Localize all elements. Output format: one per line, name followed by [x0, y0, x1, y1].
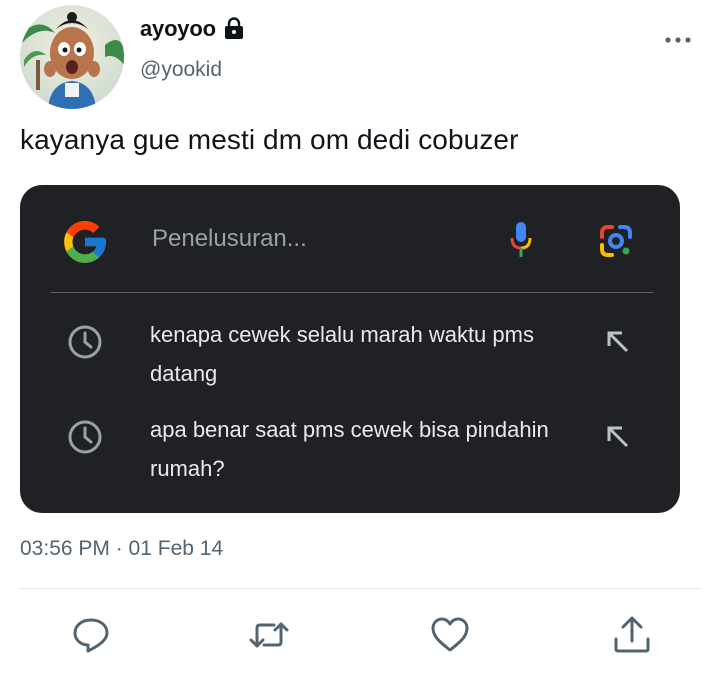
reply-button[interactable]: [70, 614, 112, 656]
history-text: kenapa cewek selalu marah waktu pms data…: [150, 322, 534, 386]
retweet-button[interactable]: [248, 614, 290, 656]
fill-query-arrow-icon[interactable]: [605, 424, 631, 450]
like-button[interactable]: [429, 614, 471, 656]
search-history-item[interactable]: kenapa cewek selalu marah waktu pms data…: [20, 315, 680, 407]
display-name[interactable]: ayoyoo: [140, 16, 216, 42]
lens-icon[interactable]: [598, 223, 634, 259]
handle[interactable]: @yookid: [140, 58, 222, 82]
lock-icon: [222, 17, 246, 41]
search-screenshot-card[interactable]: Penelusuran... kenapa cewek selalu marah…: [20, 185, 680, 513]
reply-icon: [73, 618, 109, 653]
like-icon: [431, 617, 469, 652]
search-divider: [50, 292, 654, 293]
share-icon: [614, 616, 650, 653]
display-name-row: ayoyoo: [140, 16, 246, 42]
more-icon[interactable]: [662, 30, 694, 50]
share-button[interactable]: [611, 614, 653, 656]
clock-icon: [67, 324, 103, 360]
avatar[interactable]: [20, 5, 124, 109]
mic-icon[interactable]: [508, 220, 534, 260]
retweet-icon: [249, 622, 289, 648]
tweet-timestamp[interactable]: 03:56 PM · 01 Feb 14: [20, 537, 223, 561]
fill-query-arrow-icon[interactable]: [605, 329, 631, 355]
google-logo-icon: [60, 217, 110, 267]
action-divider: [20, 588, 700, 589]
search-history-item[interactable]: apa benar saat pms cewek bisa pindahin r…: [20, 410, 680, 502]
search-input[interactable]: Penelusuran...: [152, 225, 307, 253]
avatar-image: [20, 5, 124, 109]
history-text: apa benar saat pms cewek bisa pindahin r…: [150, 417, 549, 481]
tweet-text: kayanya gue mesti dm om dedi cobuzer: [20, 124, 519, 155]
clock-icon: [67, 419, 103, 455]
